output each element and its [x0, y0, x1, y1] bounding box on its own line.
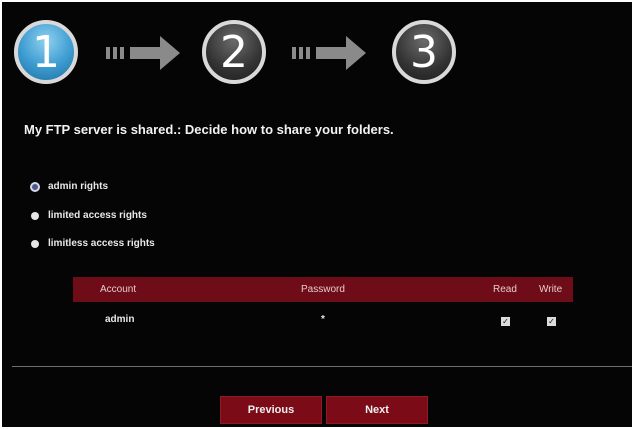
step-2-number: 2	[220, 26, 248, 78]
page-title: My FTP server is shared.: Decide how to …	[24, 122, 394, 137]
next-button[interactable]: Next	[326, 396, 428, 424]
divider	[12, 366, 632, 367]
column-header-password: Password	[301, 284, 345, 295]
option-limitless-access-rights[interactable]: limitless access rights	[31, 238, 155, 249]
option-label: limited access rights	[48, 210, 147, 221]
read-checkbox[interactable]: ✓	[501, 317, 510, 326]
wizard-panel: 1 2 3 My FTP server is shared.: Decide h…	[2, 2, 632, 427]
column-header-write: Write	[539, 284, 563, 295]
write-checkbox[interactable]: ✓	[547, 317, 556, 326]
column-header-read: Read	[493, 284, 517, 295]
step-1-number: 1	[32, 26, 60, 78]
option-limited-access-rights[interactable]: limited access rights	[31, 210, 147, 221]
radio-selected-icon[interactable]	[30, 181, 40, 192]
account-cell: admin	[105, 314, 135, 325]
column-header-account: Account	[100, 284, 137, 295]
radio-icon[interactable]	[31, 211, 39, 220]
table-header: Account Password Read Write	[73, 277, 573, 302]
option-admin-rights[interactable]: admin rights	[30, 181, 109, 192]
option-label: limitless access rights	[48, 238, 155, 249]
password-cell: *	[321, 314, 325, 325]
previous-button[interactable]: Previous	[220, 396, 322, 424]
step-3-indicator: 3	[392, 20, 456, 84]
option-label: admin rights	[48, 181, 109, 192]
step-1-indicator: 1	[14, 20, 78, 84]
step-arrow-icon	[292, 36, 372, 70]
step-arrow-icon	[106, 36, 186, 70]
table-row: admin * ✓ ✓	[73, 306, 573, 332]
step-3-number: 3	[410, 26, 438, 78]
step-2-indicator: 2	[202, 20, 266, 84]
radio-icon[interactable]	[31, 239, 39, 248]
